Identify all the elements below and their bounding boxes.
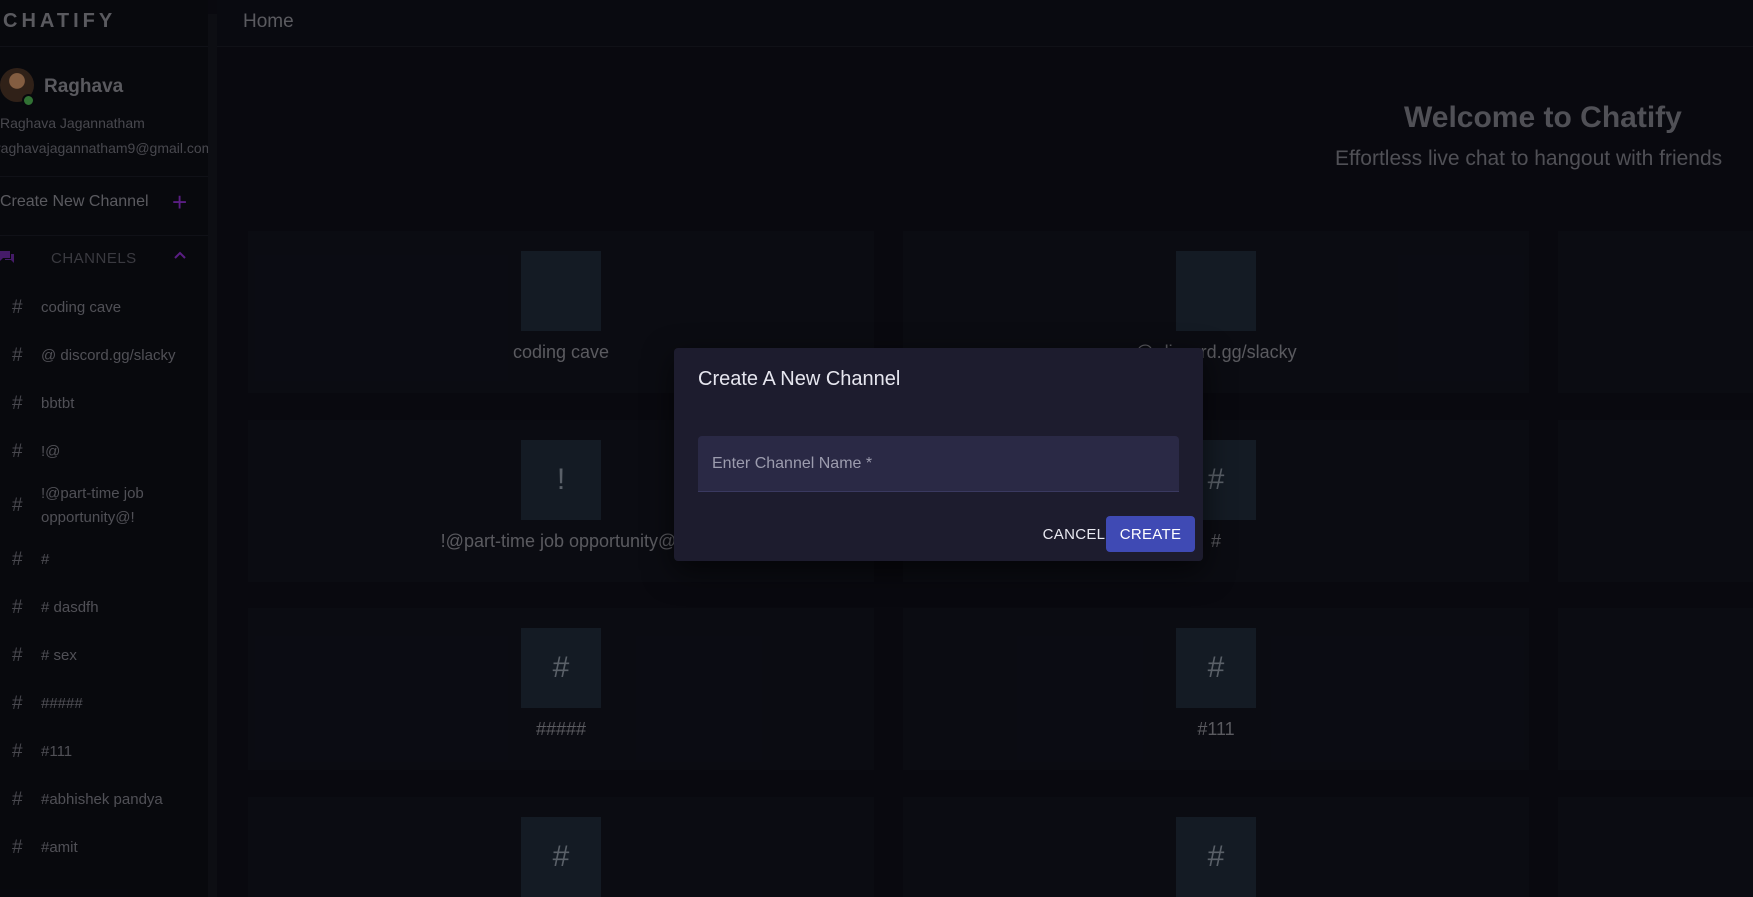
channel-name-input[interactable] [698,436,1179,492]
create-button[interactable]: CREATE [1106,516,1195,552]
create-channel-dialog: Create A New Channel CANCEL CREATE [674,348,1203,561]
dialog-title: Create A New Channel [698,368,901,390]
